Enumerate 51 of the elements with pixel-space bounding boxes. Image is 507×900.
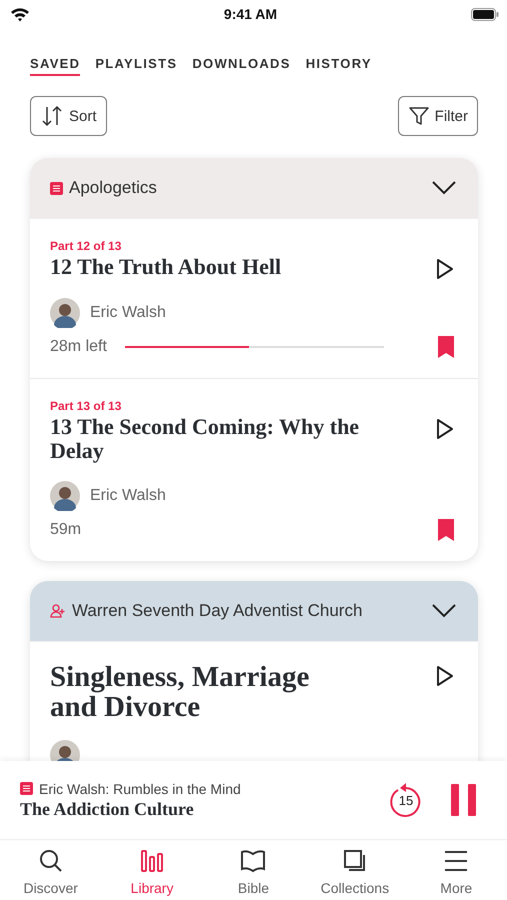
episode-title[interactable]: 13 The Second Coming: Why the Delay: [50, 415, 416, 463]
search-icon: [38, 848, 64, 874]
tab[interactable]: SAVED: [30, 56, 80, 76]
speaker-name: Eric Walsh: [90, 304, 166, 322]
bars-icon: [139, 848, 166, 874]
avatar: [50, 481, 80, 511]
avatar: [50, 298, 80, 328]
person-add-icon: [50, 604, 66, 618]
list-icon: [50, 182, 63, 194]
filter-icon: [408, 105, 430, 127]
duration: 59m: [50, 521, 82, 539]
episode-title[interactable]: Singleness, Marriage and Divorce: [50, 662, 360, 722]
group-title: Warren Seventh Day Adventist Church: [72, 601, 364, 621]
nav-tab[interactable]: Bible: [208, 848, 298, 900]
tab[interactable]: HISTORY: [306, 56, 372, 76]
sort-icon: [40, 104, 64, 128]
episode-title[interactable]: 12 The Truth About Hell: [50, 255, 282, 279]
bookmark-icon[interactable]: [438, 519, 454, 541]
group-header[interactable]: Warren Seventh Day Adventist Church: [30, 581, 478, 641]
nav-tab[interactable]: Library: [107, 848, 198, 900]
nav-tab[interactable]: More: [411, 848, 502, 900]
group-header[interactable]: Apologetics: [30, 158, 478, 218]
wifi-icon: [10, 6, 30, 22]
part-label: Part 12 of 13: [50, 239, 122, 253]
list-icon: [20, 782, 33, 795]
play-icon[interactable]: [436, 258, 454, 280]
chevron-down-icon[interactable]: [432, 181, 456, 195]
replay-15-icon[interactable]: [389, 782, 423, 818]
battery-icon: [470, 8, 499, 20]
duration: 28m left: [50, 338, 107, 356]
stacked-squares-icon: [342, 848, 368, 874]
tab[interactable]: PLAYLISTS: [95, 56, 178, 76]
play-icon[interactable]: [436, 665, 454, 687]
sort-button[interactable]: Sort: [30, 96, 107, 136]
skip-seconds: 15: [398, 793, 414, 808]
bookmark-icon[interactable]: [438, 336, 454, 358]
nav-tab[interactable]: Discover: [6, 848, 96, 900]
nav-tab[interactable]: Collections: [310, 848, 400, 900]
pause-icon[interactable]: [451, 784, 477, 816]
play-icon[interactable]: [436, 418, 454, 440]
series-name: Eric Walsh: Rumbles in the Mind: [39, 780, 241, 796]
part-label: Part 13 of 13: [50, 399, 122, 413]
menu-icon: [443, 848, 470, 874]
now-playing-title[interactable]: The Addiction Culture: [20, 798, 389, 820]
book-icon: [240, 848, 266, 874]
speaker-name: Eric Walsh: [90, 487, 166, 505]
status-time: 9:41 AM: [224, 6, 278, 22]
group-title: Apologetics: [69, 178, 158, 198]
tab[interactable]: DOWNLOADS: [192, 56, 291, 76]
chevron-down-icon[interactable]: [432, 604, 456, 618]
filter-button[interactable]: Filter: [398, 96, 478, 136]
